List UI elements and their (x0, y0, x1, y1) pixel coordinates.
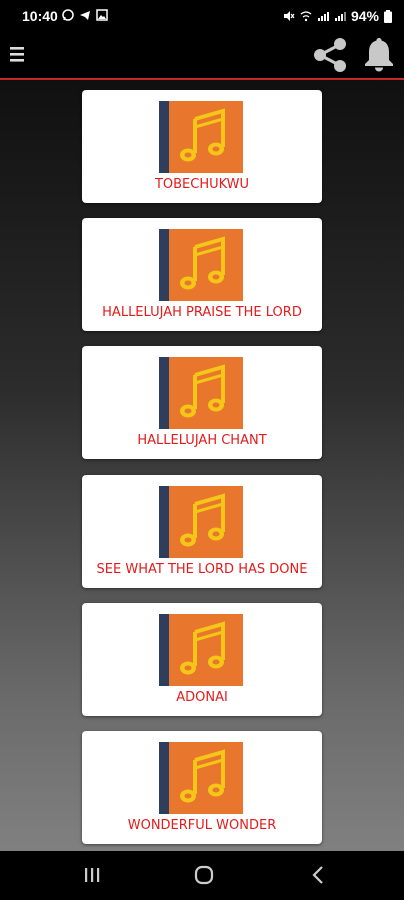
hamburger-menu-icon[interactable] (8, 44, 26, 64)
whatsapp-icon (62, 9, 74, 21)
song-title: HALLELUJAH CHANT (137, 433, 267, 448)
bell-icon[interactable] (362, 36, 396, 72)
music-note-book-icon (159, 486, 243, 558)
system-nav-bar (0, 851, 404, 900)
share-icon[interactable] (310, 37, 350, 73)
app-bar (0, 32, 404, 80)
song-card[interactable]: HALLELUJAH PRAISE THE LORD (82, 218, 322, 331)
song-title: TOBECHUKWU (154, 177, 250, 192)
battery-percent: 94% (350, 8, 379, 24)
recents-icon[interactable] (78, 863, 106, 887)
signal-icon (317, 12, 329, 21)
battery-icon (384, 9, 392, 23)
notification-icons (62, 9, 108, 21)
status-time: 10:40 (22, 8, 58, 24)
home-icon[interactable] (190, 863, 218, 887)
music-note-book-icon (159, 614, 243, 686)
song-title: ADONAI (176, 690, 228, 705)
music-note-book-icon (159, 101, 243, 173)
signal-icon-2 (334, 12, 346, 21)
song-title: HALLELUJAH PRAISE THE LORD (102, 305, 302, 320)
song-card[interactable]: TOBECHUKWU (82, 90, 322, 203)
song-list: TOBECHUKWU HALLELUJAH PRAISE THE LORD HA… (0, 80, 404, 851)
song-card[interactable]: HALLELUJAH CHANT (82, 346, 322, 459)
song-card[interactable]: ADONAI (82, 603, 322, 716)
mute-icon (283, 11, 295, 21)
back-icon[interactable] (304, 863, 332, 887)
system-status-icons: 94% (283, 8, 392, 24)
status-bar: 10:40 94% (0, 0, 404, 32)
gallery-icon (96, 9, 108, 21)
song-title: WONDERFUL WONDER (127, 818, 277, 833)
music-note-book-icon (159, 357, 243, 429)
wifi-icon (300, 11, 312, 22)
telegram-icon (80, 11, 90, 20)
music-note-book-icon (159, 742, 243, 814)
song-title: SEE WHAT THE LORD HAS DONE (96, 562, 308, 577)
song-card[interactable]: WONDERFUL WONDER (82, 731, 322, 844)
music-note-book-icon (159, 229, 243, 301)
song-card[interactable]: SEE WHAT THE LORD HAS DONE (82, 475, 322, 588)
